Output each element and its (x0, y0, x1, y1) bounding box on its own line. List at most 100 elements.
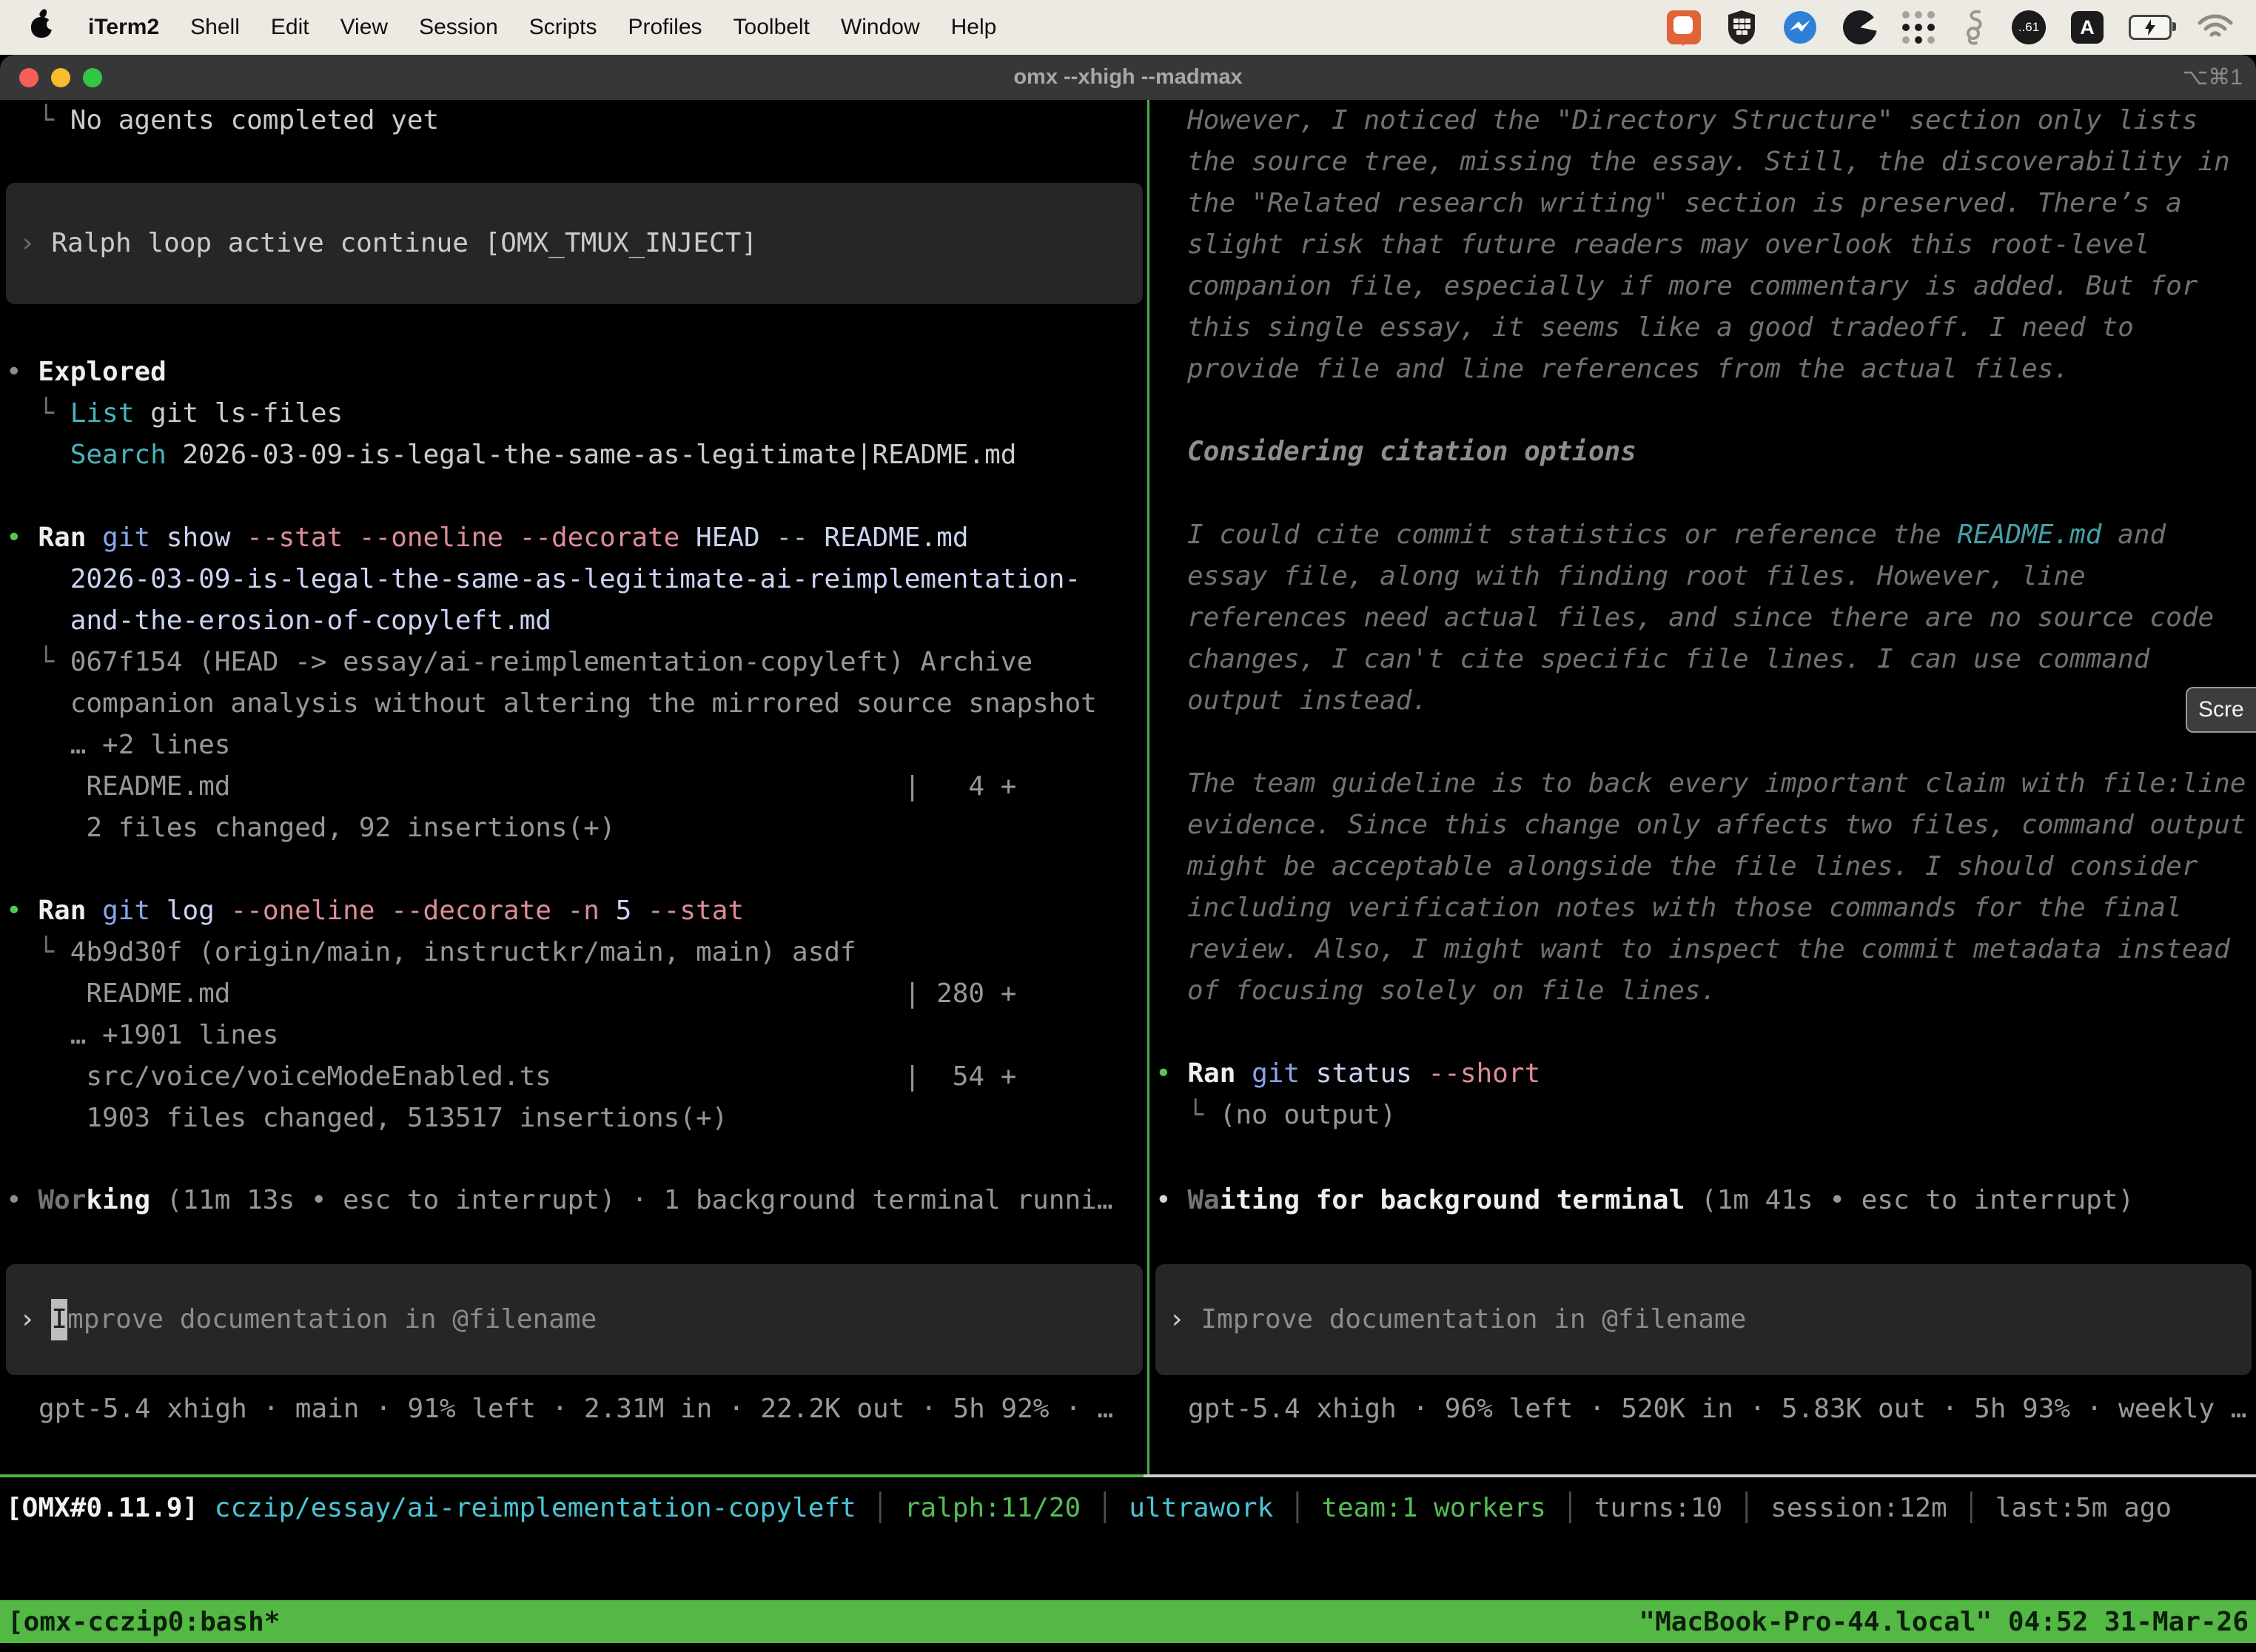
menu-iterm2[interactable]: iTerm2 (73, 15, 175, 40)
diffstat-summary: 1903 files changed, 513517 insertions(+) (6, 1103, 728, 1133)
cmd-file: README.md (824, 523, 968, 553)
explored-search-line: Search 2026-03-09-is-legal-the-same-as-l… (6, 434, 1147, 476)
separator: │ (1722, 1493, 1770, 1523)
bullet-icon: • (1155, 1058, 1187, 1089)
ran-label: Ran (38, 896, 102, 926)
pie-meter-icon[interactable] (1843, 10, 1877, 44)
git-log-output-line: └ 4b9d30f (origin/main, instructkr/main,… (6, 932, 1147, 973)
active-pane-border (0, 1474, 1144, 1477)
waiting-status-line: • Waiting for background terminal (1m 41… (1155, 1180, 2256, 1221)
reasoning-paragraph: However, I noticed the "Directory Struct… (1155, 100, 2256, 390)
cmd-flags: --oneline --decorate -n (230, 896, 615, 926)
right-agent-pane[interactable]: However, I noticed the "Directory Struct… (1149, 100, 2256, 1474)
agents-summary-text: No agents completed yet (70, 105, 440, 135)
reasoning-paragraph: The team guideline is to back every impo… (1155, 763, 2256, 1012)
close-button[interactable] (19, 68, 38, 87)
cmd-subcommand: status (1316, 1058, 1429, 1089)
omx-version: [OMX#0.11.9] (6, 1493, 198, 1523)
cmd-flags: --stat (648, 896, 744, 926)
tree-corner-icon: └ (6, 398, 70, 429)
reasoning-text: The team guideline is to back every impo… (1187, 768, 2246, 1006)
screen-record-menu-icon[interactable] (1667, 10, 1701, 44)
menu-help[interactable]: Help (936, 15, 1013, 40)
git-show-output-line: companion analysis without altering the … (6, 683, 1147, 725)
ran-label: Ran (38, 523, 102, 553)
commit-summary: 4b9d30f (origin/main, instructkr/main, m… (70, 937, 856, 967)
menu-session[interactable]: Session (403, 15, 514, 40)
bullet-icon: • (6, 1185, 38, 1215)
apple-menu-icon[interactable] (31, 17, 52, 38)
prompt-input[interactable]: › Improve documentation in @filename (1155, 1264, 2252, 1375)
reasoning-text: However, I noticed the "Directory Struct… (1187, 105, 2230, 384)
file-reference: README.md (1957, 520, 2101, 550)
cmd-file-wrap: and-the-erosion-of-copyleft.md (6, 605, 551, 636)
ultrawork-mode: ultrawork (1129, 1493, 1273, 1523)
input-placeholder: mprove documentation in @filename (67, 1299, 597, 1340)
screen-share-indicator[interactable]: Scre (2186, 687, 2256, 733)
omx-status-bar: [OMX#0.11.9] cczip/essay/ai-reimplementa… (0, 1477, 2256, 1600)
cmd-wrap-line: and-the-erosion-of-copyleft.md (6, 600, 1147, 642)
explored-header: • Explored (6, 352, 1147, 393)
dots-grid-icon[interactable] (1902, 11, 1935, 44)
prompt-input[interactable]: › Improve documentation in @filename (6, 1264, 1143, 1375)
agents-summary-line: └ No agents completed yet (6, 100, 1147, 141)
separator: │ (856, 1493, 904, 1523)
cmd-git: git (102, 896, 167, 926)
prompt-chevron-icon: › (19, 223, 51, 264)
wifi-icon[interactable] (2197, 13, 2234, 41)
ran-git-status-line: • Ran git status --short (1155, 1053, 2256, 1095)
menu-toolbelt[interactable]: Toolbelt (718, 15, 825, 40)
ran-label: Ran (1187, 1058, 1252, 1089)
load-badge-icon[interactable]: ..61 (2012, 10, 2046, 44)
zoom-button[interactable] (83, 68, 102, 87)
menu-scripts[interactable]: Scripts (514, 15, 613, 40)
separator: │ (1546, 1493, 1594, 1523)
explored-list-line: └ List git ls-files (6, 393, 1147, 434)
cmd-git: git (102, 523, 167, 553)
battery-icon[interactable] (2129, 15, 2172, 40)
cmd-git: git (1252, 1058, 1316, 1089)
cmd-flags: --stat --oneline --decorate (246, 523, 696, 553)
dragon-squiggle-icon[interactable] (1960, 9, 1987, 46)
waiting-detail: (1m 41s • esc to interrupt) (1685, 1185, 2134, 1215)
working-status-line: • Working (11m 13s • esc to interrupt) ·… (6, 1180, 1147, 1221)
search-pattern: 2026-03-09-is-legal-the-same-as-legitima… (167, 440, 1017, 470)
explored-title: Explored (38, 357, 166, 387)
reasoning-heading-text: Considering citation options (1187, 437, 1636, 467)
menu-view[interactable]: View (325, 15, 403, 40)
bullet-icon: • (6, 896, 38, 926)
commit-summary: 067f154 (HEAD -> essay/ai-reimplementati… (70, 647, 1033, 677)
reasoning-paragraph: I could cite commit statistics or refere… (1155, 514, 2256, 722)
keypad-shield-icon[interactable] (1726, 10, 1757, 45)
window-footer (0, 1643, 2256, 1652)
menu-window[interactable]: Window (825, 15, 936, 40)
menu-edit[interactable]: Edit (255, 15, 325, 40)
text-cursor: I (51, 1299, 67, 1340)
menu-shell[interactable]: Shell (175, 15, 255, 40)
omx-worktree-path: cczip/essay/ai-reimplementation-copyleft (198, 1493, 856, 1523)
minimize-button[interactable] (51, 68, 70, 87)
last-activity: last:5m ago (1995, 1493, 2172, 1523)
inactive-pane-border (1144, 1474, 2256, 1477)
reasoning-heading: Considering citation options (1155, 432, 2256, 473)
git-log-output-line: … +1901 lines (6, 1015, 1147, 1056)
output-truncation: … +1901 lines (6, 1020, 278, 1050)
git-status-output-line: └ (no output) (1155, 1095, 2256, 1136)
window-titlebar[interactable]: omx --xhigh --madmax ⌥⌘1 (0, 55, 2256, 100)
diffstat-row: src/voice/voiceModeEnabled.ts | 54 + (6, 1061, 1016, 1092)
tmux-status-bar[interactable]: [omx-cczip0:bash* "MacBook-Pro-44.local"… (0, 1600, 2256, 1643)
left-agent-pane[interactable]: └ No agents completed yet › Ralph loop a… (0, 100, 1147, 1474)
menu-profiles[interactable]: Profiles (612, 15, 717, 40)
prompt-chevron-icon: › (19, 1299, 51, 1340)
traffic-lights (19, 55, 102, 100)
tool-label-list: List (70, 398, 135, 429)
screen-share-label: Scre (2198, 697, 2244, 722)
messenger-bolt-icon[interactable] (1782, 10, 1818, 45)
diffstat-row: README.md | 280 + (6, 978, 1016, 1009)
iterm2-window: omx --xhigh --madmax ⌥⌘1 └ No agents com… (0, 55, 2256, 1652)
working-label: king (86, 1185, 150, 1215)
git-show-output-line: 2 files changed, 92 insertions(+) (6, 807, 1147, 849)
diffstat-summary: 2 files changed, 92 insertions(+) (6, 813, 616, 843)
input-source-icon[interactable]: A (2071, 11, 2104, 44)
input-placeholder: Improve documentation in @filename (1201, 1299, 1746, 1340)
